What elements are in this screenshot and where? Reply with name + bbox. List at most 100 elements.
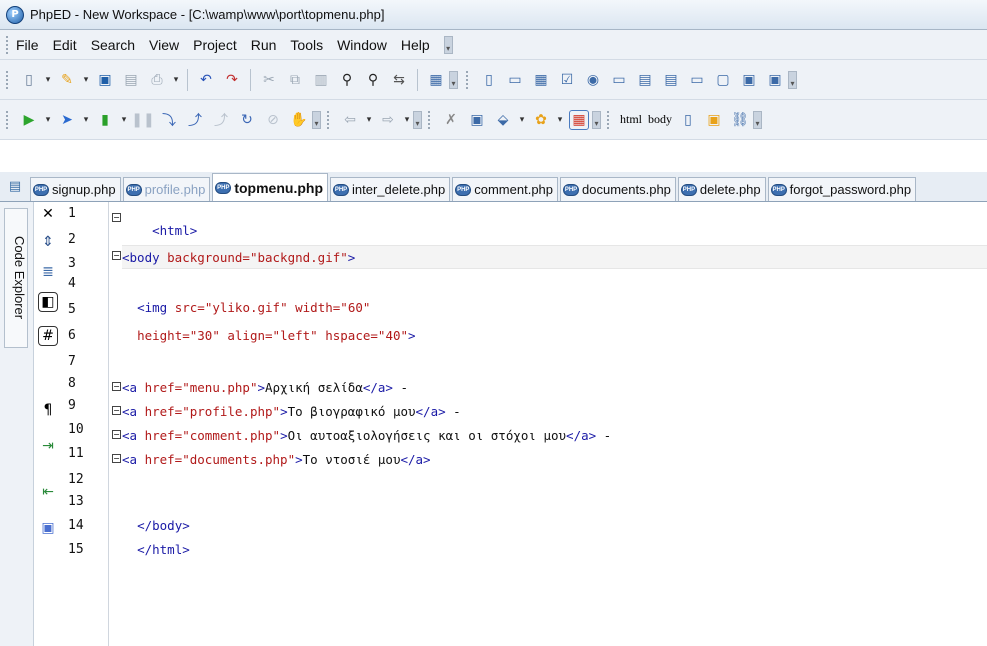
step-into-icon[interactable]: ⤵ (159, 110, 179, 130)
toolbar-overflow-chevron[interactable]: ▾ (753, 110, 763, 129)
color-picker-icon[interactable]: ▦ (569, 109, 589, 130)
image-icon[interactable]: ▣ (467, 110, 487, 130)
dropdown-arrow-icon[interactable]: ▾ (171, 70, 181, 90)
reset-icon[interactable]: ▣ (765, 70, 785, 90)
menu-help[interactable]: Help (401, 37, 430, 53)
toolbar-overflow-chevron[interactable]: ▾ (449, 70, 458, 89)
select-icon[interactable]: ▤ (635, 70, 655, 90)
menu-search[interactable]: Search (91, 37, 135, 53)
dropdown-arrow-icon[interactable]: ▾ (81, 110, 91, 130)
show-whitespace-icon[interactable]: ¶ (38, 400, 58, 420)
form-icon[interactable]: ▯ (479, 70, 499, 90)
toolbar-grip[interactable] (466, 70, 470, 89)
list-icon[interactable]: ▤ (661, 70, 681, 90)
fold-toggle[interactable]: − (112, 406, 121, 415)
code-explorer-tab[interactable]: Code Explorer (4, 208, 28, 348)
fold-toggle[interactable]: − (112, 382, 121, 391)
tab-documents[interactable]: PHP documents.php (560, 177, 676, 201)
dropdown-arrow-icon[interactable]: ▾ (43, 110, 53, 130)
submit-icon[interactable]: ▣ (739, 70, 759, 90)
run-to-cursor-icon[interactable]: ↻ (237, 110, 257, 130)
tab-profile[interactable]: PHP profile.php (122, 177, 211, 201)
close-icon[interactable]: ✕ (38, 204, 58, 224)
toolbar-overflow-chevron[interactable]: ▾ (592, 110, 601, 129)
print-icon[interactable]: ⎙ (147, 70, 167, 90)
line-numbers-toggle-icon[interactable]: # (38, 326, 58, 346)
tab-inter-delete[interactable]: PHP inter_delete.php (330, 177, 451, 201)
toolbar-overflow-chevron[interactable]: ▾ (788, 70, 797, 89)
find-icon[interactable]: ⚲ (337, 70, 357, 90)
fold-toggle[interactable]: − (112, 454, 121, 463)
toolbar-grip[interactable] (6, 110, 10, 129)
fold-toggle[interactable]: − (112, 251, 121, 260)
dropdown-arrow-icon[interactable]: ▾ (119, 110, 129, 130)
checkbox-icon[interactable]: ☑ (557, 70, 577, 90)
image-field-icon[interactable]: ▢ (713, 70, 733, 90)
expand-collapse-icon[interactable]: ⇕ (38, 232, 58, 252)
menu-file[interactable]: File (16, 37, 39, 53)
menubar-grip[interactable] (6, 35, 10, 54)
menu-edit[interactable]: Edit (53, 37, 77, 53)
button-grid-icon[interactable]: ▦ (531, 70, 551, 90)
menu-tools[interactable]: Tools (290, 37, 323, 53)
indent-icon[interactable]: ⇥ (38, 436, 58, 456)
tab-signup[interactable]: PHP signup.php (30, 177, 121, 201)
textarea-icon[interactable]: ▭ (609, 70, 629, 90)
html-tag-button[interactable]: html (620, 112, 642, 127)
copy-icon[interactable]: ⧉ (285, 70, 305, 90)
toolbar-overflow-chevron[interactable]: ▾ (413, 110, 422, 129)
find-next-icon[interactable]: ⚲ (363, 70, 383, 90)
replace-icon[interactable]: ⇆ (389, 70, 409, 90)
dropdown-arrow-icon[interactable]: ▾ (402, 110, 412, 130)
run-icon[interactable]: ▶ (19, 110, 39, 130)
image-frame-icon[interactable]: ▣ (704, 110, 724, 130)
tab-topmenu[interactable]: PHP topmenu.php (212, 173, 328, 201)
fold-toggle[interactable]: − (112, 213, 121, 222)
run-debug-icon[interactable]: ➤ (57, 110, 77, 130)
textfield-icon[interactable]: ▭ (505, 70, 525, 90)
cut-icon[interactable]: ✂ (259, 70, 279, 90)
outdent-icon[interactable]: ⇤ (38, 482, 58, 502)
dropdown-arrow-icon[interactable]: ▾ (364, 110, 374, 130)
code-editor[interactable]: <html> <body background="backgnd.gif"> <… (122, 202, 987, 646)
dropdown-arrow-icon[interactable]: ▾ (517, 110, 527, 130)
hidden-field-icon[interactable]: ▭ (687, 70, 707, 90)
pause-icon[interactable]: ❚❚ (131, 110, 154, 130)
menu-window[interactable]: Window (337, 37, 387, 53)
toolbar-grip[interactable] (327, 110, 331, 129)
tab-forgot-password[interactable]: PHP forgot_password.php (767, 177, 917, 201)
step-out-icon[interactable]: ⤴ (211, 110, 231, 130)
stop-icon[interactable]: ⊘ (263, 110, 283, 130)
panel-icon[interactable]: ▦ (426, 70, 446, 90)
radio-icon[interactable]: ◉ (583, 70, 603, 90)
forward-icon[interactable]: ⇨ (378, 110, 398, 130)
menu-project[interactable]: Project (193, 37, 237, 53)
new-file-icon[interactable]: ▯ (19, 70, 39, 90)
paint-bucket-icon[interactable]: ⬙ (493, 110, 513, 130)
toolbar-grip[interactable] (428, 110, 432, 129)
fold-toggle[interactable]: − (112, 430, 121, 439)
body-tag-button[interactable]: body (648, 112, 672, 127)
tab-delete[interactable]: PHP delete.php (677, 177, 766, 201)
menu-view[interactable]: View (149, 37, 179, 53)
code-explorer-toggle-icon[interactable]: ▤ (0, 171, 30, 201)
format-icon[interactable]: ≣ (38, 262, 58, 282)
dropdown-arrow-icon[interactable]: ▾ (81, 70, 91, 90)
paste-icon[interactable]: ▥ (311, 70, 331, 90)
tab-comment[interactable]: PHP comment.php (452, 177, 559, 201)
back-icon[interactable]: ⇦ (340, 110, 360, 130)
toolbar-grip[interactable] (607, 110, 611, 129)
menu-run[interactable]: Run (251, 37, 277, 53)
toolbar-grip[interactable] (6, 70, 10, 89)
link-icon[interactable]: ⛓ (730, 110, 750, 130)
sheet-icon[interactable]: ▣ (38, 518, 58, 538)
menubar-overflow-chevron[interactable]: ▾ (443, 35, 453, 54)
undo-icon[interactable]: ↶ (196, 70, 216, 90)
color-palette-icon[interactable]: ✿ (531, 110, 551, 130)
step-over-icon[interactable]: ⤴ (185, 110, 205, 130)
breakpoint-hand-icon[interactable]: ✋ (289, 110, 309, 130)
tools-icon[interactable]: ✗ (441, 110, 461, 130)
save-all-icon[interactable]: ▤ (121, 70, 141, 90)
dropdown-arrow-icon[interactable]: ▾ (555, 110, 565, 130)
bookmark-toggle-icon[interactable]: ◧ (38, 292, 58, 312)
